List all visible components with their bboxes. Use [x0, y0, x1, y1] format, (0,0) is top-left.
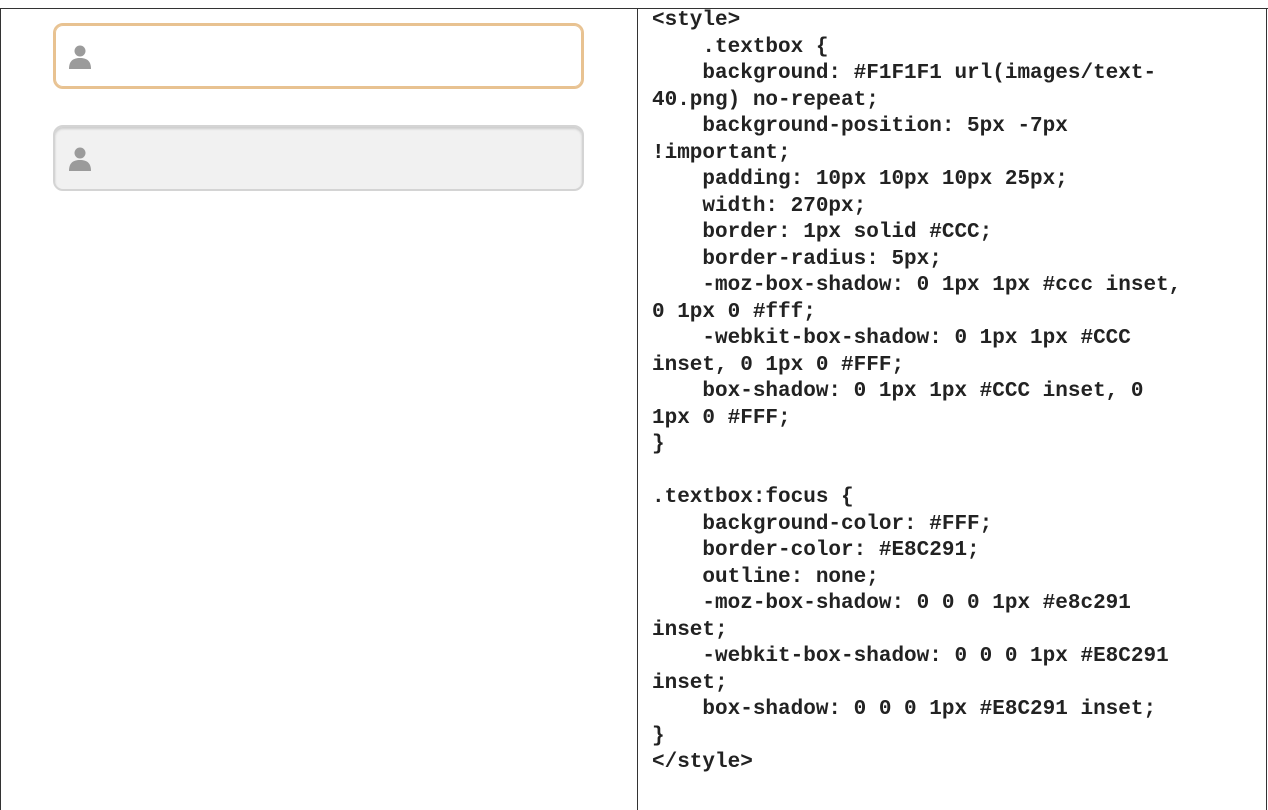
demo-panel: [0, 8, 637, 810]
code-line: 1px 0 #FFF;: [652, 406, 791, 430]
code-line: background-position: 5px -7px: [652, 115, 1068, 138]
code-line: -webkit-box-shadow: 0 0 0 1px #E8C291: [652, 645, 1169, 668]
code-line: .textbox:focus {: [652, 486, 854, 509]
code-line: }: [652, 724, 665, 748]
focused-textbox-value: [105, 25, 111, 47]
code-line: <style>: [652, 9, 741, 32]
code-line: background-color: #FFF;: [652, 512, 993, 536]
code-line: }: [652, 433, 665, 456]
user-icon: [69, 147, 91, 171]
focused-textbox[interactable]: [53, 23, 584, 89]
user-icon: [69, 45, 91, 69]
code-line: width: 270px;: [652, 194, 867, 218]
normal-textbox-value: [105, 127, 111, 149]
code-line: border-color: #E8C291;: [652, 539, 980, 562]
column-divider: [637, 8, 638, 810]
code-line: </style>: [652, 751, 753, 774]
code-line: border: 1px solid #CCC;: [652, 221, 993, 244]
code-line: box-shadow: 0 0 0 1px #E8C291 inset;: [652, 698, 1157, 721]
code-line: inset, 0 1px 0 #FFF;: [652, 353, 905, 377]
code-line: inset;: [652, 671, 728, 695]
css-code-block: <style> .textbox { background: #F1F1F1 u…: [652, 8, 1260, 798]
code-line: box-shadow: 0 1px 1px #CCC inset, 0: [652, 380, 1144, 403]
code-line: -moz-box-shadow: 0 0 0 1px #e8c291: [652, 592, 1131, 615]
code-line: -webkit-box-shadow: 0 1px 1px #CCC: [652, 327, 1131, 350]
code-line: 0 1px 0 #fff;: [652, 300, 816, 324]
code-line: -moz-box-shadow: 0 1px 1px #ccc inset,: [652, 274, 1182, 297]
code-line: inset;: [652, 618, 728, 642]
code-line: .textbox {: [652, 35, 829, 59]
code-line: outline: none;: [652, 565, 879, 589]
code-line: !important;: [652, 141, 791, 165]
right-border: [1266, 8, 1267, 810]
code-line: background: #F1F1F1 url(images/text-: [652, 62, 1157, 85]
code-line: 40.png) no-repeat;: [652, 88, 879, 112]
code-line: border-radius: 5px;: [652, 247, 942, 271]
code-line: padding: 10px 10px 10px 25px;: [652, 168, 1068, 191]
normal-textbox[interactable]: [53, 125, 584, 191]
